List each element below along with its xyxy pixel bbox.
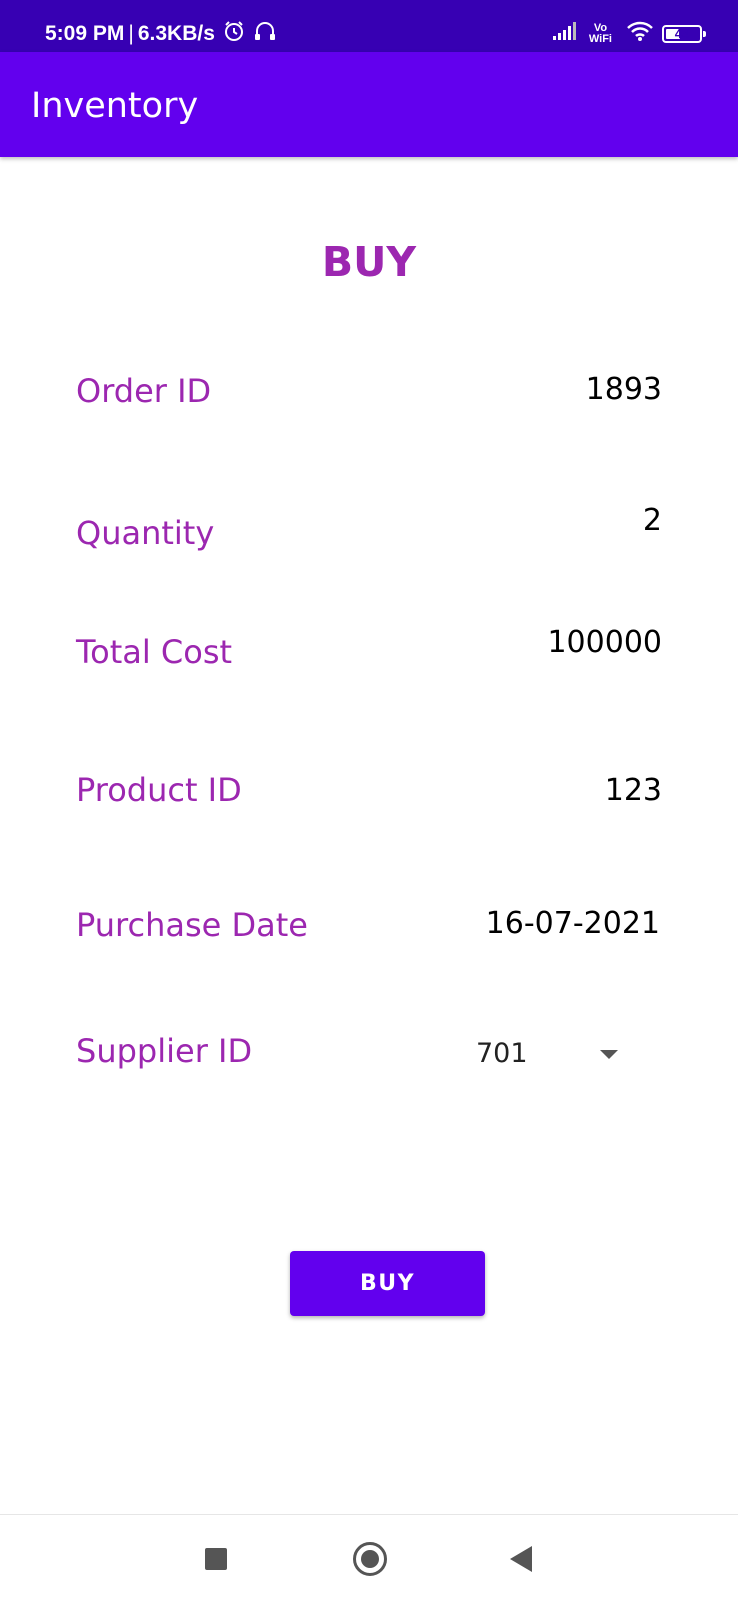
alarm-icon bbox=[223, 20, 245, 48]
dropdown-arrow-icon bbox=[600, 1050, 618, 1059]
home-icon[interactable] bbox=[353, 1542, 387, 1576]
vowifi-top: Vo bbox=[593, 21, 608, 34]
product-id-value[interactable]: 123 bbox=[605, 773, 662, 808]
quantity-label: Quantity bbox=[76, 514, 215, 552]
order-id-row: Order ID 1893 bbox=[0, 372, 738, 422]
product-id-row: Product ID 123 bbox=[0, 771, 738, 821]
network-speed: 6.3KB/s bbox=[137, 22, 215, 45]
navigation-bar bbox=[0, 1514, 738, 1601]
order-id-label: Order ID bbox=[76, 372, 212, 410]
vowifi-indicator: Vo WiFi bbox=[588, 21, 612, 45]
order-id-value[interactable]: 1893 bbox=[586, 372, 662, 407]
product-id-label: Product ID bbox=[76, 771, 242, 809]
quantity-value[interactable]: 2 bbox=[643, 503, 662, 538]
headset-icon bbox=[253, 20, 277, 48]
back-icon[interactable] bbox=[510, 1546, 532, 1572]
vowifi-bottom: WiFi bbox=[588, 32, 612, 45]
status-left: 5:09 PM | 6.3KB/s bbox=[45, 20, 277, 48]
supplier-id-label: Supplier ID bbox=[76, 1032, 253, 1070]
status-separator: | bbox=[128, 22, 134, 45]
app-title: Inventory bbox=[31, 86, 199, 126]
supplier-id-row: Supplier ID 701 bbox=[0, 1032, 738, 1082]
status-bar: 5:09 PM | 6.3KB/s Vo WiFi 44 bbox=[0, 0, 738, 52]
recents-icon[interactable] bbox=[205, 1548, 227, 1570]
total-cost-value[interactable]: 100000 bbox=[547, 625, 662, 660]
buy-button[interactable]: BUY bbox=[290, 1251, 485, 1316]
status-right: Vo WiFi 44 bbox=[552, 20, 706, 47]
battery-nub bbox=[703, 30, 706, 37]
purchase-date-value[interactable]: 16-07-2021 bbox=[486, 906, 660, 941]
wifi-icon bbox=[626, 20, 654, 47]
supplier-id-dropdown[interactable]: 701 bbox=[474, 1038, 624, 1078]
battery-percent: 44 bbox=[674, 26, 690, 41]
status-time: 5:09 PM bbox=[45, 22, 125, 45]
purchase-date-row: Purchase Date 16-07-2021 bbox=[0, 906, 738, 956]
app-bar: Inventory bbox=[0, 52, 738, 157]
total-cost-row: Total Cost 100000 bbox=[0, 625, 738, 683]
battery-icon: 44 bbox=[662, 24, 706, 43]
signal-icon bbox=[552, 22, 581, 45]
purchase-date-label: Purchase Date bbox=[76, 906, 308, 944]
page-heading: BUY bbox=[321, 238, 417, 286]
supplier-id-selected: 701 bbox=[476, 1038, 528, 1069]
total-cost-label: Total Cost bbox=[76, 633, 233, 671]
quantity-row: Quantity 2 bbox=[0, 503, 738, 561]
